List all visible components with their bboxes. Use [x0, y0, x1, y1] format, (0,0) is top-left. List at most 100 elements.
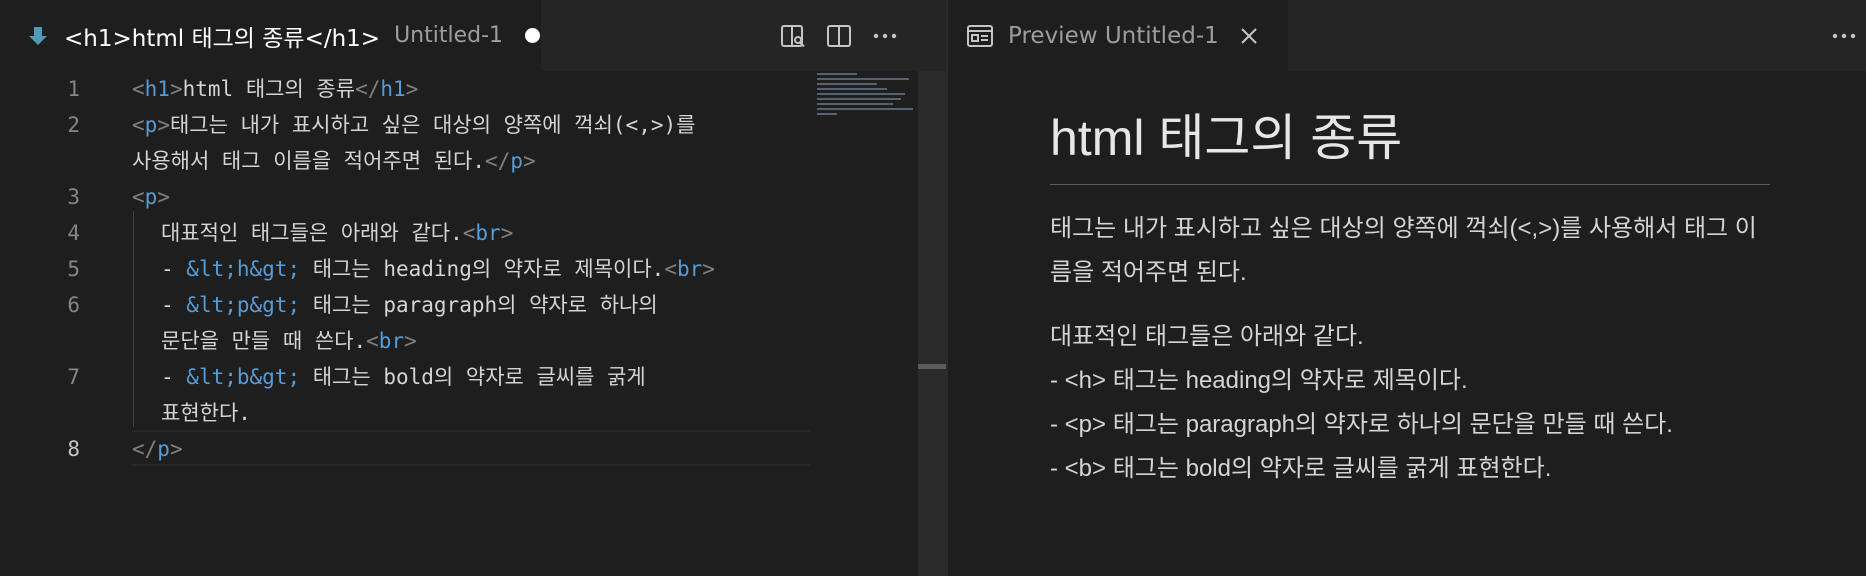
line-number: 3	[67, 185, 80, 209]
minimap-line	[817, 113, 837, 115]
code-text: -	[161, 293, 187, 317]
code-text: -	[161, 365, 187, 389]
line-number: 1	[67, 77, 80, 101]
tag-bracket: <	[132, 113, 145, 137]
more-actions-icon[interactable]	[1824, 13, 1864, 59]
code-text: 대표적인 태그들은 아래와 같다.	[161, 221, 463, 245]
preview-heading: html 태그의 종류	[1050, 106, 1770, 185]
preview-text-line: - <b> 태그는 bold의 약자로 글씨를 굵게 표현한다.	[1050, 455, 1552, 482]
code-text: 문단을 만들 때 쓴다.	[161, 329, 367, 353]
code-line[interactable]: 1 <h1>html 태그의 종류</h1>	[0, 71, 820, 107]
tag-bracket: >	[404, 329, 417, 353]
tag-name: h1	[144, 77, 170, 101]
tag-bracket: >	[169, 437, 183, 461]
minimap[interactable]	[813, 71, 918, 121]
vertical-scrollbar[interactable]	[918, 71, 946, 576]
minimap-line	[817, 108, 913, 110]
tag-bracket: >	[157, 185, 170, 209]
tag-name: br	[677, 257, 703, 281]
tag-name: p	[510, 149, 523, 173]
line-number: 2	[67, 113, 80, 137]
minimap-line	[817, 98, 901, 100]
code-line-active[interactable]: 8 </p>	[0, 431, 820, 467]
tag-name: p	[144, 185, 158, 209]
code-line[interactable]: 7 - &lt;b&gt; 태그는 bold의 약자로 글씨를 굵게	[0, 359, 820, 395]
split-editor-icon[interactable]	[816, 13, 862, 59]
preview-tab-title: Preview Untitled-1	[1008, 22, 1219, 49]
minimap-line	[817, 73, 857, 75]
tag-name: p	[144, 113, 158, 137]
preview-paragraph: 태그는 내가 표시하고 싶은 대상의 양쪽에 꺽쇠(<,>)를 사용해서 태그 …	[1050, 215, 1757, 286]
minimap-line	[817, 88, 887, 90]
tag-bracket: >	[702, 257, 715, 281]
line-number: 4	[67, 221, 80, 245]
preview-pane: Preview Untitled-1 html 태그의 종류 태그는 내가 표시…	[948, 0, 1866, 576]
open-preview-to-side-icon[interactable]	[770, 13, 816, 59]
tag-bracket: </	[355, 77, 381, 101]
code-line[interactable]: 5 - &lt;h&gt; 태그는 heading의 약자로 제목이다.<br>	[0, 251, 820, 287]
code-editor[interactable]: 1 <h1>html 태그의 종류</h1> 2 <p>태그는 내가 표시하고 …	[0, 71, 946, 576]
code-text: 태그는 heading의 약자로 제목이다.	[300, 257, 665, 281]
code-text: 표현한다.	[161, 401, 251, 425]
line-number: 6	[67, 293, 80, 317]
code-line[interactable]: 2 <p>태그는 내가 표시하고 싶은 대상의 양쪽에 꺽쇠(<,>)를	[0, 107, 820, 143]
tag-bracket: >	[169, 77, 183, 101]
preview-paragraph-list: 대표적인 태그들은 아래와 같다. - <h> 태그는 heading의 약자로…	[1050, 315, 1770, 491]
markdown-preview: html 태그의 종류 태그는 내가 표시하고 싶은 대상의 양쪽에 꺽쇠(<,…	[1050, 71, 1770, 491]
tag-bracket: </	[132, 437, 158, 461]
editor-tab-title: <h1>html 태그의 종류</h1>	[64, 25, 381, 52]
close-icon[interactable]	[1237, 24, 1261, 48]
line-number: 7	[67, 365, 80, 389]
code-text: 태그는 bold의 약자로 글씨를 굵게	[300, 365, 646, 389]
tag-name: br	[378, 329, 405, 353]
code-line-wrap[interactable]: 문단을 만들 때 쓴다.<br>	[0, 323, 820, 359]
unsaved-changes-dot-icon[interactable]	[525, 28, 541, 43]
tag-bracket: <	[366, 329, 379, 353]
line-number: 5	[67, 257, 80, 281]
code-text: 사용해서 태그 이름을 적어주면 된다.	[132, 149, 486, 173]
code-line-wrap[interactable]: 사용해서 태그 이름을 적어주면 된다.</p>	[0, 143, 820, 179]
minimap-line	[817, 78, 909, 80]
preview-text-line: - <h> 태그는 heading의 약자로 제목이다.	[1050, 367, 1468, 394]
tag-bracket: <	[664, 257, 677, 281]
preview-icon	[966, 22, 994, 50]
tag-bracket: >	[405, 77, 419, 101]
preview-tab-bar: Preview Untitled-1	[948, 0, 1866, 71]
tag-bracket: <	[462, 221, 476, 245]
editor-tab[interactable]: <h1>html 태그의 종류</h1> Untitled-1	[0, 0, 541, 71]
editor-tab-bar: <h1>html 태그의 종류</h1> Untitled-1	[0, 0, 946, 71]
code-text: -	[161, 257, 187, 281]
html-entity: &lt;h&gt;	[186, 257, 301, 281]
tag-name: p	[157, 437, 170, 461]
editor-tab-description: Untitled-1	[394, 23, 504, 48]
minimap-line	[817, 103, 893, 105]
markdown-file-icon	[26, 24, 50, 48]
code-text: 태그는 내가 표시하고 싶은 대상의 양쪽에 꺽쇠(<,>)를	[169, 113, 696, 137]
preview-text-line: 대표적인 태그들은 아래와 같다.	[1050, 323, 1364, 350]
editor-actions	[770, 0, 908, 71]
scrollbar-thumb[interactable]	[918, 364, 946, 369]
line-number-active: 8	[67, 437, 80, 461]
more-actions-icon[interactable]	[862, 13, 908, 59]
tag-name: br	[475, 221, 501, 245]
tag-bracket: </	[485, 149, 511, 173]
code-line[interactable]: 3 <p>	[0, 179, 820, 215]
code-line-wrap[interactable]: 표현한다.	[0, 395, 820, 431]
preview-tab[interactable]: Preview Untitled-1	[948, 0, 1288, 71]
tag-bracket: >	[500, 221, 514, 245]
tag-bracket: <	[132, 77, 145, 101]
minimap-line	[817, 93, 905, 95]
tag-bracket: <	[132, 185, 145, 209]
code-text: html 태그의 종류	[182, 77, 356, 101]
minimap-line	[817, 83, 877, 85]
tag-name: h1	[380, 77, 406, 101]
code-line[interactable]: 4 대표적인 태그들은 아래와 같다.<br>	[0, 215, 820, 251]
code-text: 태그는 paragraph의 약자로 하나의	[300, 293, 658, 317]
html-entity: &lt;b&gt;	[186, 365, 301, 389]
editor-pane: <h1>html 태그의 종류</h1> Untitled-1 1 <h1>ht…	[0, 0, 946, 576]
preview-text-line: - <p> 태그는 paragraph의 약자로 하나의 문단을 만들 때 쓴다…	[1050, 411, 1673, 438]
html-entity: &lt;p&gt;	[186, 293, 301, 317]
tag-bracket: >	[157, 113, 170, 137]
preview-actions	[1824, 0, 1864, 71]
code-line[interactable]: 6 - &lt;p&gt; 태그는 paragraph의 약자로 하나의	[0, 287, 820, 323]
